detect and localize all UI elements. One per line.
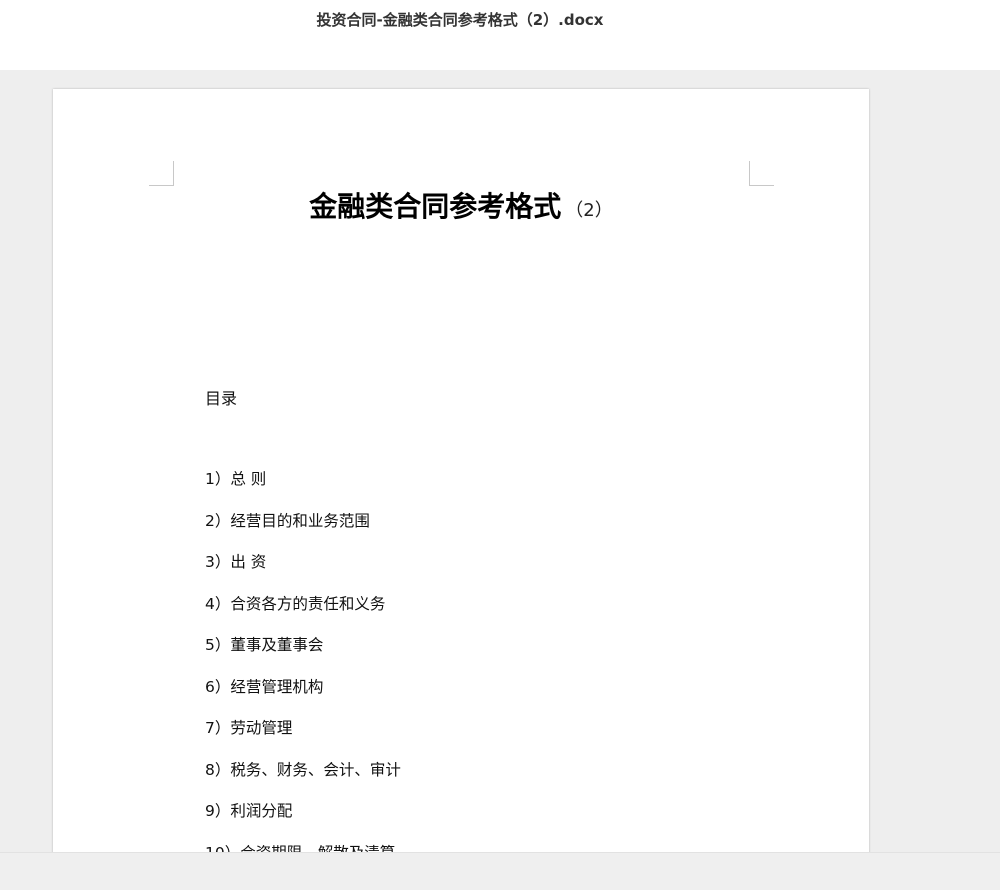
toc-heading: 目录 [205,389,238,408]
document-viewer-app: 投资合同-金融类合同参考格式（2）.docx 金融类合同参考格式 （2） 目录 1… [0,0,1000,890]
page-title-main: 金融类合同参考格式 [309,190,562,223]
toc-item: 5）董事及董事会 [205,636,324,654]
toc-item: 3）出 资 [205,553,267,571]
toc-item: 7）劳动管理 [205,719,293,737]
title-bar: 投资合同-金融类合同参考格式（2）.docx [0,0,1000,70]
page-title: 金融类合同参考格式 （2） [53,185,869,225]
bottom-toolbar [0,852,1000,890]
document-viewport[interactable]: 金融类合同参考格式 （2） 目录 1）总 则 2）经营目的和业务范围 3）出 资 … [0,70,1000,852]
toc-item: 2）经营目的和业务范围 [205,511,370,530]
toc-item: 8）税务、财务、会计、审计 [205,760,401,779]
document-filename: 投资合同-金融类合同参考格式（2）.docx [316,11,604,29]
document-page: 金融类合同参考格式 （2） 目录 1）总 则 2）经营目的和业务范围 3）出 资 … [53,89,869,852]
toc-item: 6）经营管理机构 [205,677,324,696]
margin-marker-top-left [149,161,174,186]
toc-item: 10）合资期限、解散及清算 [205,842,401,853]
toc-list: 1）总 则 2）经营目的和业务范围 3）出 资 4）合资各方的责任和义务 5）董… [205,468,401,852]
toc-item: 4）合资各方的责任和义务 [205,594,386,613]
page-title-suffix: （2） [565,200,613,221]
toc-item: 1）总 则 [205,470,267,488]
margin-marker-top-right [749,161,774,186]
toc-item: 9）利润分配 [205,802,293,820]
